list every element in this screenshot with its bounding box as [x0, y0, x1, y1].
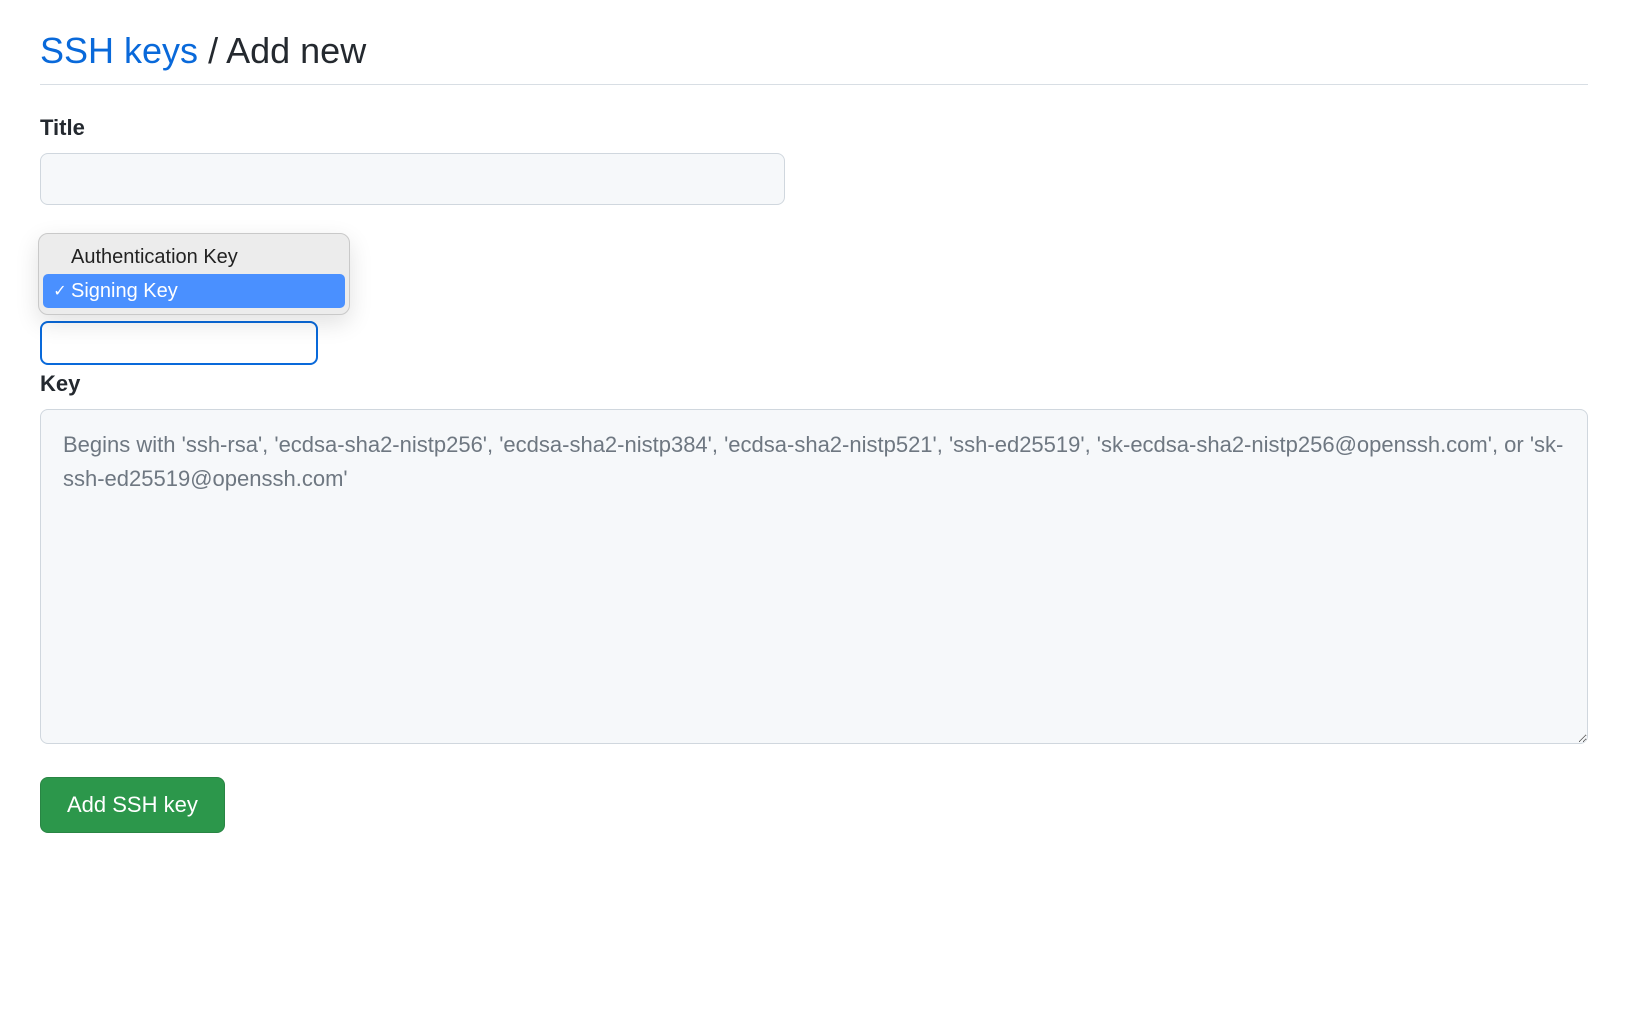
title-field-group: Title — [40, 115, 1588, 205]
option-label: Signing Key — [71, 280, 178, 303]
key-field-group: Key — [40, 371, 1588, 749]
key-type-field-group: Authentication Key ✓ Signing Key — [40, 233, 1588, 333]
page-header: SSH keys / Add new — [40, 30, 1588, 85]
title-label: Title — [40, 115, 1588, 141]
check-icon: ✓ — [49, 281, 71, 301]
key-textarea[interactable] — [40, 409, 1588, 744]
add-ssh-key-button[interactable]: Add SSH key — [40, 777, 225, 833]
key-label: Key — [40, 371, 1588, 397]
key-type-dropdown: Authentication Key ✓ Signing Key — [38, 233, 350, 315]
breadcrumb-current: Add new — [226, 30, 366, 71]
option-label: Authentication Key — [71, 246, 238, 269]
breadcrumb-parent-link[interactable]: SSH keys — [40, 30, 198, 71]
title-input[interactable] — [40, 153, 785, 205]
key-type-option-authentication[interactable]: Authentication Key — [43, 240, 345, 274]
breadcrumb-separator: / — [208, 30, 226, 71]
key-type-select[interactable] — [40, 321, 318, 365]
key-type-option-signing[interactable]: ✓ Signing Key — [43, 274, 345, 308]
